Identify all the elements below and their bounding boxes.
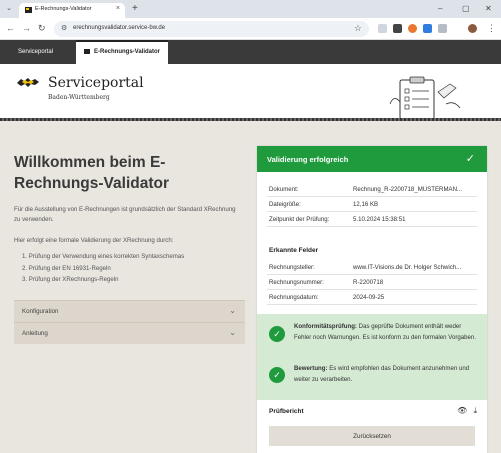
extensions-puzzle-icon[interactable] bbox=[438, 24, 447, 33]
rating-text: Bewertung: Es wird empfohlen das Dokumen… bbox=[294, 364, 477, 385]
extension-check-icon[interactable] bbox=[423, 24, 432, 33]
page-title: Willkommen beim E-Rechnungs-Validator bbox=[14, 154, 170, 192]
brand-name[interactable]: Serviceportal bbox=[48, 75, 144, 91]
field-key: Rechnungsteller: bbox=[269, 264, 315, 271]
field-row: Rechnungsnummer: R-2200718 bbox=[267, 275, 477, 290]
field-value: R-2200718 bbox=[353, 279, 384, 286]
accordion-label: Konfiguration bbox=[22, 308, 59, 315]
accordion-konfiguration[interactable]: Konfiguration ⌄ bbox=[14, 300, 245, 322]
field-key: Rechnungsnummer: bbox=[269, 279, 324, 286]
intro-text: Für die Ausstellung von E-Rechnungen ist… bbox=[14, 206, 236, 223]
detail-row: Dokument: Rechnung_R-2200718_MUSTERMAN..… bbox=[267, 182, 477, 197]
forward-icon[interactable]: → bbox=[22, 23, 31, 33]
tab-list-icon[interactable]: ⌄ bbox=[4, 4, 14, 14]
site-nav: Serviceportal E-Rechnungs-Validator bbox=[0, 40, 501, 64]
reload-icon[interactable]: ↻ bbox=[38, 23, 46, 34]
back-icon[interactable]: ← bbox=[6, 23, 15, 33]
report-title: Prüfbericht bbox=[269, 408, 304, 415]
eye-icon[interactable]: 👁 bbox=[457, 406, 467, 415]
detail-key: Dateigröße: bbox=[269, 201, 301, 208]
conformity-text: Konformitätsprüfung: Das geprüfte Dokume… bbox=[294, 322, 477, 343]
reset-button[interactable]: Zurücksetzen bbox=[269, 426, 475, 446]
list-item: 2. Prüfung der EN 16931-Regeln bbox=[22, 264, 111, 272]
detail-value: Rechnung_R-2200718_MUSTERMAN... bbox=[353, 186, 463, 193]
favicon-icon bbox=[25, 7, 32, 13]
field-row: Rechnungsdatum: 2024-09-25 bbox=[267, 290, 477, 305]
result-header: Validierung erfolgreich ✓ bbox=[257, 146, 487, 172]
download-icon[interactable]: ⤓ bbox=[473, 406, 477, 415]
url-field[interactable]: ⚙ erechnungsvalidator.service-bw.de ☆ bbox=[54, 21, 369, 37]
accordion-label: Anleitung bbox=[22, 330, 48, 337]
detail-row: Dateigröße: 12,16 KB bbox=[267, 197, 477, 212]
detail-row: Zeitpunkt der Prüfung: 5.10.2024 15:38:5… bbox=[267, 212, 477, 227]
close-tab-icon[interactable]: × bbox=[116, 5, 120, 12]
detail-key: Zeitpunkt der Prüfung: bbox=[269, 216, 330, 223]
clipboard-illustration-icon bbox=[389, 76, 461, 119]
detail-value: 12,16 KB bbox=[353, 201, 379, 208]
extension-icon[interactable] bbox=[378, 24, 387, 33]
header-divider bbox=[0, 118, 501, 121]
minimize-icon[interactable]: – bbox=[438, 4, 442, 13]
browser-menu-icon[interactable]: ⋮ bbox=[487, 23, 496, 34]
check-circle-icon: ✓ bbox=[269, 326, 285, 342]
site-header: Serviceportal Baden-Württemberg bbox=[0, 64, 501, 119]
field-row: Rechnungsteller: www.IT-Visions.de Dr. H… bbox=[267, 260, 477, 275]
chevron-down-icon: ⌄ bbox=[229, 328, 236, 337]
browser-tab[interactable]: E-Rechnungs-Validator × bbox=[19, 3, 125, 18]
check-icon: ✓ bbox=[465, 153, 475, 165]
browser-tab-title: E-Rechnungs-Validator bbox=[35, 6, 92, 12]
conformity-label: Konformitätsprüfung: bbox=[294, 323, 357, 330]
assessment-box: ✓ Konformitätsprüfung: Das geprüfte Doku… bbox=[257, 314, 487, 400]
fields-title: Erkannte Felder bbox=[269, 247, 319, 254]
brand-region: Baden-Württemberg bbox=[48, 94, 110, 101]
url-text: erechnungsvalidator.service-bw.de bbox=[73, 25, 166, 31]
detail-value: 5.10.2024 15:38:51 bbox=[353, 216, 406, 223]
detail-key: Dokument: bbox=[269, 186, 299, 193]
site-tab-validator-label: E-Rechnungs-Validator bbox=[94, 49, 161, 55]
list-item: 1. Prüfung der Verwendung eines korrekte… bbox=[22, 253, 185, 260]
intro-text-2: Hier erfolgt eine formale Validierung de… bbox=[14, 237, 174, 244]
rating-label: Bewertung: bbox=[294, 365, 328, 372]
site-tab-serviceportal[interactable]: Serviceportal bbox=[12, 40, 59, 64]
extension-orange-icon[interactable] bbox=[408, 24, 417, 33]
check-circle-icon: ✓ bbox=[269, 367, 285, 383]
field-key: Rechnungsdatum: bbox=[269, 294, 319, 301]
browser-tabbar: ⌄ E-Rechnungs-Validator × + – ▢ ✕ bbox=[0, 0, 501, 18]
new-tab-button[interactable]: + bbox=[132, 3, 138, 14]
result-status: Validierung erfolgreich bbox=[267, 155, 349, 164]
validation-steps-list: 1. Prüfung der Verwendung eines korrekte… bbox=[22, 253, 184, 288]
address-bar-row: ← → ↻ ⚙ erechnungsvalidator.service-bw.d… bbox=[0, 18, 501, 40]
maximize-icon[interactable]: ▢ bbox=[462, 4, 470, 13]
report-actions: 👁 ⤓ bbox=[457, 406, 477, 416]
profile-avatar[interactable] bbox=[468, 24, 477, 33]
site-info-icon[interactable]: ⚙ bbox=[61, 24, 67, 32]
list-item: 3. Prüfung der XRechnungs-Regeln bbox=[22, 276, 119, 283]
field-value: www.IT-Visions.de Dr. Holger Schwich... bbox=[353, 264, 462, 271]
extension-pen-icon[interactable] bbox=[393, 24, 402, 33]
site-tab-validator[interactable]: E-Rechnungs-Validator bbox=[76, 40, 169, 64]
close-window-icon[interactable]: ✕ bbox=[485, 4, 492, 13]
field-value: 2024-09-25 bbox=[353, 294, 385, 301]
mini-logo-icon bbox=[84, 48, 90, 54]
accordion-anleitung[interactable]: Anleitung ⌄ bbox=[14, 322, 245, 344]
lion-logo-icon[interactable] bbox=[16, 76, 40, 88]
bookmark-star-icon[interactable]: ☆ bbox=[354, 23, 362, 34]
validation-result-card: Validierung erfolgreich ✓ Dokument: Rech… bbox=[257, 146, 487, 453]
chevron-down-icon: ⌄ bbox=[229, 306, 236, 315]
